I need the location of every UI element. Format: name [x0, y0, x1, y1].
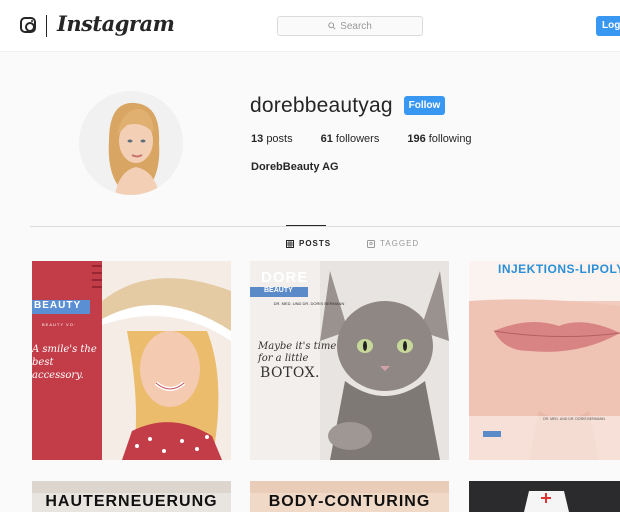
avatar-photo — [79, 91, 183, 195]
post-footer-text: DR. MED. UND DR. DORIS BERMANN — [543, 417, 605, 421]
post-headline: A smile's the best accessory. — [32, 344, 97, 381]
logo-divider — [46, 15, 47, 37]
profile-full-name: DorebBeauty AG — [251, 161, 339, 173]
posts-count: 13 — [251, 133, 264, 145]
following-stat[interactable]: 196 following — [407, 133, 471, 145]
post-brand-badge — [483, 431, 501, 437]
instagram-wordmark[interactable]: Instagram — [57, 11, 175, 36]
profile-avatar[interactable] — [79, 91, 183, 195]
post-headline: Maybe it's time for a little — [258, 341, 337, 364]
post-doctor-text: DR. MED. UND DR. DORIS BERMANN — [273, 301, 345, 306]
followers-label: followers — [335, 133, 380, 145]
post-tile[interactable]: BODY-CONTURING — [250, 481, 449, 512]
post-brand-tag: BEAUTY — [32, 300, 90, 314]
top-navigation-bar: Instagram Search Log — [0, 0, 620, 52]
tabs-divider — [30, 226, 620, 227]
post-headline: HAUTERNEUERUNG — [32, 493, 231, 512]
post-tile[interactable]: HAUTERNEUERUNG — [32, 481, 231, 512]
grid-icon — [286, 239, 294, 248]
follow-button[interactable]: Follow — [404, 96, 445, 115]
post-brand-subtitle: BEAUTY VO· — [42, 322, 77, 327]
following-label: following — [428, 133, 472, 145]
active-tab-indicator — [286, 225, 326, 226]
following-count: 196 — [407, 133, 426, 145]
followers-stat[interactable]: 61 followers — [321, 133, 380, 145]
post-product-text: BOTOX. — [260, 365, 321, 381]
post-headline: BODY-CONTURING — [250, 493, 449, 512]
tab-posts-label: POSTS — [299, 239, 332, 248]
post-tile[interactable]: DORE BEAUTY DR. MED. UND DR. DORIS BERMA… — [250, 261, 449, 460]
tag-icon — [367, 239, 375, 248]
post-tile[interactable]: INJEKTIONS-LIPOLY DR. MED. UND DR. DORIS… — [469, 261, 620, 460]
post-brand-top: DORE — [261, 269, 309, 286]
search-placeholder: Search — [340, 20, 372, 32]
followers-count: 61 — [320, 133, 333, 145]
tab-tagged[interactable]: TAGGED — [367, 239, 419, 248]
search-input[interactable]: Search — [277, 16, 423, 36]
tab-posts[interactable]: POSTS — [286, 239, 331, 248]
post-headline: INJEKTIONS-LIPOLY — [498, 262, 620, 276]
profile-stats: 13 posts 61 followers 196 following — [251, 133, 500, 145]
post-brand-bar: BEAUTY — [250, 287, 308, 297]
profile-username: dorebbeautyag — [250, 94, 393, 117]
instagram-glyph-icon[interactable] — [20, 17, 36, 33]
post-image — [469, 481, 620, 512]
search-icon — [328, 22, 336, 30]
posts-stat: 13 posts — [251, 133, 293, 145]
post-tile[interactable] — [469, 481, 620, 512]
tab-tagged-label: TAGGED — [380, 239, 420, 248]
posts-label: posts — [266, 133, 293, 145]
post-tile[interactable]: BEAUTY BEAUTY VO· A smile's the best acc… — [32, 261, 231, 460]
login-button[interactable]: Log — [596, 16, 620, 36]
